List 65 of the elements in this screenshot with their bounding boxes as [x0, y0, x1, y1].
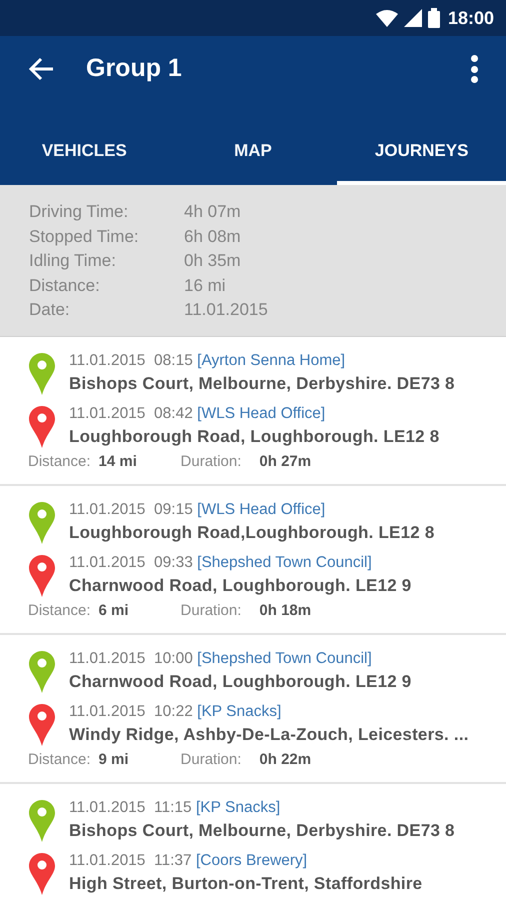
journey-card[interactable]: 11.01.2015 11:15 [KP Snacks] Bishops Court, Melbourne, Derbyshire. DE73 8 11.01.2015 11:37 [Coors Brewery] High Street, Burton-on-Trent, Staffordshire — [0, 784, 506, 900]
window-title: Group 1 — [86, 53, 183, 84]
address: Bishops Court, Melbourne, Derbyshire. DE73 8 — [69, 820, 455, 842]
place-link[interactable]: [KP Snacks] — [197, 702, 282, 720]
date-time: 11.01.2015 10:00 — [69, 650, 193, 666]
map-pin-icon — [28, 500, 56, 544]
summary-value: 11.01.2015 — [184, 299, 268, 321]
summary-value: 0h 35m — [184, 250, 241, 272]
battery-icon — [428, 8, 440, 28]
map-pin-icon — [28, 554, 56, 598]
place-link[interactable]: [WLS Head Office] — [197, 404, 326, 422]
address: Windy Ridge, Ashby-De-La-Zouch, Leicesters. ... — [69, 724, 469, 746]
wifi-icon — [376, 10, 398, 26]
distance-label: Distance: — [28, 602, 91, 620]
duration-label: Duration: — [180, 452, 242, 470]
map-pin-icon — [28, 650, 56, 694]
date-time: 11.01.2015 11:15 — [69, 798, 192, 816]
date-time: 11.01.2015 11:37 — [69, 852, 192, 868]
summary-label: Distance: — [29, 274, 101, 296]
date-time: 11.01.2015 10:22 — [69, 702, 193, 720]
journey-card[interactable]: 11.01.2015 09:15 [WLS Head Office] Loughborough Road,Loughborough. LE12 8 11.01.2015 09:33 [Shepshed Town Council] Charnwood Road, Loughborough. LE12 9 Distance: 6 mi Duration: 0h 18m — [0, 486, 506, 634]
place-link[interactable]: [WLS Head Office] — [197, 500, 326, 518]
date-time: 11.01.2015 09:15 — [69, 500, 193, 518]
place-link[interactable]: [KP Snacks] — [196, 798, 280, 816]
journey-card[interactable]: 11.01.2015 10:00 [Shepshed Town Council] Charnwood Road, Loughborough. LE12 9 11.01.2015 10:22 [KP Snacks] Windy Ridge, Ashby-De-La-Zouch, Leicesters. ... Distance: 9 mi Duration: 0h 22m — [0, 634, 506, 784]
summary-value: 16 mi — [184, 274, 226, 296]
date-time: 11.01.2015 09:33 — [69, 554, 193, 570]
summary-label: Driving Time: — [29, 201, 130, 223]
summary-value: 4h 07m — [184, 201, 241, 223]
place-link[interactable]: [Ayrton Senna Home] — [197, 352, 346, 368]
address: Loughborough Road, Loughborough. LE12 8 — [69, 426, 440, 448]
summary-value: 6h 08m — [184, 226, 241, 248]
date-time: 11.01.2015 08:42 — [69, 404, 193, 422]
tab[interactable]: MAP — [168, 117, 338, 185]
map-pin-icon — [28, 702, 56, 746]
address: Charnwood Road, Loughborough. LE12 9 — [69, 670, 412, 693]
map-pin-icon — [28, 404, 56, 448]
summary-label: Idling Time: — [29, 250, 117, 272]
tab[interactable]: VEHICLES — [0, 117, 169, 185]
place-link[interactable]: [Shepshed Town Council] — [197, 650, 372, 666]
duration-label: Duration: — [180, 750, 242, 768]
address: High Street, Burton-on-Trent, Staffordshire — [69, 872, 422, 895]
signal-icon — [404, 9, 422, 27]
summary-label: Date: — [29, 299, 71, 321]
distance-value: 14 mi — [98, 452, 138, 470]
distance-value: 6 mi — [98, 602, 130, 620]
place-link[interactable]: [Shepshed Town Council] — [197, 554, 372, 570]
map-pin-icon — [28, 352, 56, 396]
address: Charnwood Road, Loughborough. LE12 9 — [69, 574, 412, 597]
address: Loughborough Road,Loughborough. LE12 8 — [69, 522, 434, 544]
date-time: 11.01.2015 08:15 — [69, 352, 193, 368]
duration-value: 0h 22m — [259, 750, 312, 768]
map-pin-icon — [28, 798, 56, 842]
duration-value: 0h 18m — [259, 602, 312, 620]
summary-label: Stopped Time: — [29, 226, 140, 248]
duration-value: 0h 27m — [259, 452, 312, 470]
distance-value: 9 mi — [98, 750, 130, 768]
distance-label: Distance: — [28, 452, 91, 470]
duration-label: Duration: — [180, 602, 242, 620]
address: Bishops Court, Melbourne, Derbyshire. DE73 8 — [69, 372, 455, 394]
journey-card[interactable]: 11.01.2015 08:15 [Ayrton Senna Home] Bishops Court, Melbourne, Derbyshire. DE73 8 11.01.2015 08:42 [WLS Head Office] Loughborough Road, Loughborough. LE12 8 Distance: 14 mi Duration: 0h 27m — [0, 336, 506, 486]
place-link[interactable]: [Coors Brewery] — [196, 852, 308, 868]
map-pin-icon — [28, 852, 56, 896]
distance-label: Distance: — [28, 750, 91, 768]
clock: 18:00 — [448, 6, 494, 30]
